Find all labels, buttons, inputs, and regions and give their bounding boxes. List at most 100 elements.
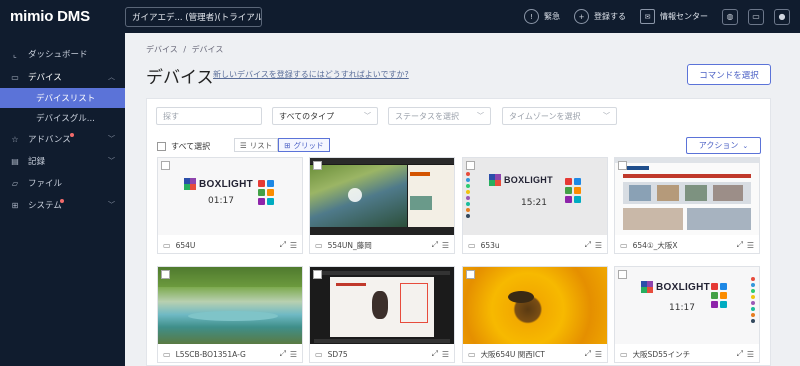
select-command-button[interactable]: コマンドを選択 bbox=[687, 64, 771, 85]
main-content: デバイス / デバイス デバイス 新しいデバイスを登録するにはどうすればよいです… bbox=[125, 33, 800, 366]
menu-icon[interactable]: ☰ bbox=[442, 241, 449, 250]
clock-text: 11:17 bbox=[669, 303, 695, 313]
menu-icon[interactable]: ☰ bbox=[290, 350, 297, 359]
list-view-label: リスト bbox=[249, 140, 273, 150]
sidebar-item-device-list[interactable]: デバイスリスト bbox=[0, 88, 125, 108]
search-placeholder: 探す bbox=[163, 111, 179, 121]
info-center-label: 情報センター bbox=[660, 12, 708, 21]
grid-icon: ⊞ bbox=[284, 140, 291, 150]
fullscreen-icon[interactable]: ⤢ bbox=[585, 349, 591, 359]
app-logo[interactable]: mimio DMS bbox=[10, 8, 123, 25]
device-name: 554UN_藤岡 bbox=[327, 240, 372, 250]
device-card[interactable]: BOXLIGHT 15:21 ▭ 653u ⤢ ☰ bbox=[462, 157, 608, 254]
fullscreen-icon[interactable]: ⤢ bbox=[737, 240, 743, 250]
list-view-button[interactable]: ☰ リスト bbox=[234, 138, 279, 152]
chevron-down-icon: ﹀ bbox=[108, 157, 115, 165]
device-screen-thumbnail: BOXLIGHT 15:21 bbox=[463, 158, 607, 235]
fullscreen-icon[interactable]: ⤢ bbox=[432, 349, 438, 359]
globe-icon[interactable]: ◍ bbox=[722, 8, 738, 25]
sidebar-item-dashboard[interactable]: ⌞ ダッシュボード bbox=[0, 43, 125, 65]
search-input[interactable]: 探す bbox=[156, 107, 262, 125]
help-link[interactable]: 新しいデバイスを登録するにはどうすればよいですか? bbox=[213, 69, 409, 80]
sidebar-item-devices[interactable]: ▭ デバイス ︿ bbox=[0, 66, 125, 88]
sidebar-item-advanced[interactable]: ☆ アドバンス ﹀ bbox=[0, 128, 125, 150]
device-card-footer: ▭ 653u ⤢ ☰ bbox=[463, 237, 607, 253]
device-card[interactable]: BOXLIGHT 01:17 ▭ 654U ⤢ ☰ bbox=[157, 157, 303, 254]
device-checkbox[interactable] bbox=[161, 161, 170, 170]
device-card[interactable]: ▭ 654①_大阪X ⤢ ☰ bbox=[614, 157, 760, 254]
fullscreen-icon[interactable]: ⤢ bbox=[737, 349, 743, 359]
device-checkbox[interactable] bbox=[466, 161, 475, 170]
tenant-selector[interactable]: ガイアエデ... (管理者)(トライアル) ▾ bbox=[125, 6, 262, 27]
menu-icon[interactable]: ☰ bbox=[747, 241, 754, 250]
side-toolbar bbox=[466, 172, 470, 218]
breadcrumb: デバイス / デバイス bbox=[146, 44, 223, 55]
device-card[interactable]: ▭ L5SCB-BO1351A-G ⤢ ☰ bbox=[157, 266, 303, 363]
type-select-value: すべてのタイプ bbox=[279, 111, 335, 121]
monitor-icon: ▭ bbox=[468, 349, 476, 359]
monitor-icon: ▭ bbox=[468, 240, 476, 250]
grid-view-button[interactable]: ⊞ グリッド bbox=[278, 138, 330, 152]
device-checkbox[interactable] bbox=[618, 270, 627, 279]
device-card[interactable]: ▭ 554UN_藤岡 ⤢ ☰ bbox=[309, 157, 455, 254]
chat-icon[interactable]: ▭ bbox=[748, 8, 764, 25]
breadcrumb-root[interactable]: デバイス bbox=[146, 45, 178, 54]
fullscreen-icon[interactable]: ⤢ bbox=[280, 240, 286, 250]
device-name: L5SCB-BO1351A-G bbox=[175, 349, 246, 359]
device-card[interactable]: ▭ 大阪654U 関西ICT ⤢ ☰ bbox=[462, 266, 608, 363]
monitor-icon: ▭ bbox=[315, 349, 323, 359]
status-placeholder: ステータスを選択 bbox=[395, 111, 459, 121]
mail-icon: ✉ bbox=[640, 9, 655, 24]
breadcrumb-separator: / bbox=[183, 45, 187, 54]
device-name: SD75 bbox=[327, 349, 348, 359]
status-select[interactable]: ステータスを選択 ﹀ bbox=[388, 107, 491, 125]
menu-icon[interactable]: ☰ bbox=[290, 241, 297, 250]
menu-icon[interactable]: ☰ bbox=[747, 350, 754, 359]
device-card-footer: ▭ SD75 ⤢ ☰ bbox=[310, 346, 454, 362]
register-button[interactable]: + 登録する bbox=[574, 9, 626, 24]
device-checkbox[interactable] bbox=[313, 161, 322, 170]
actions-button[interactable]: アクション ⌄ bbox=[686, 137, 761, 154]
device-card[interactable]: ▭ SD75 ⤢ ☰ bbox=[309, 266, 455, 363]
notification-dot bbox=[60, 199, 64, 203]
select-all[interactable]: すべて選択 bbox=[157, 141, 210, 152]
timezone-select[interactable]: タイムゾーンを選択 ﹀ bbox=[502, 107, 617, 125]
monitor-icon: ▭ bbox=[163, 240, 171, 250]
menu-icon[interactable]: ☰ bbox=[595, 350, 602, 359]
sidebar-item-records[interactable]: ▤ 記録 ﹀ bbox=[0, 150, 125, 172]
menu-icon[interactable]: ☰ bbox=[442, 350, 449, 359]
sidebar-item-files[interactable]: ▱ ファイル bbox=[0, 172, 125, 194]
fullscreen-icon[interactable]: ⤢ bbox=[432, 240, 438, 250]
folder-icon: ▱ bbox=[11, 178, 19, 188]
chevron-down-icon: ﹀ bbox=[477, 112, 484, 120]
user-icon[interactable]: ● bbox=[774, 8, 790, 25]
boxlight-logo: BOXLIGHT bbox=[641, 281, 710, 293]
sidebar-item-device-groups[interactable]: デバイスグル... bbox=[0, 108, 125, 128]
emergency-button[interactable]: ! 緊急 bbox=[524, 9, 560, 24]
tenant-label: ガイアエデ... (管理者)(トライアル) bbox=[132, 12, 262, 23]
select-all-checkbox[interactable] bbox=[157, 142, 166, 151]
type-select[interactable]: すべてのタイプ ﹀ bbox=[272, 107, 378, 125]
device-card-footer: ▭ 大阪SD55インチ ⤢ ☰ bbox=[615, 346, 759, 362]
device-card[interactable]: BOXLIGHT 11:17 ▭ 大阪SD55インチ ⤢ ☰ bbox=[614, 266, 760, 363]
notification-dot bbox=[70, 133, 74, 137]
chevron-down-icon: ﹀ bbox=[108, 201, 115, 209]
fullscreen-icon[interactable]: ⤢ bbox=[280, 349, 286, 359]
device-checkbox[interactable] bbox=[618, 161, 627, 170]
sidebar-item-label: 記録 bbox=[28, 157, 46, 167]
sidebar-item-label: デバイス bbox=[28, 73, 62, 83]
device-checkbox[interactable] bbox=[161, 270, 170, 279]
device-checkbox[interactable] bbox=[466, 270, 475, 279]
chevron-up-icon: ︿ bbox=[108, 73, 115, 81]
select-all-label: すべて選択 bbox=[171, 142, 211, 151]
chevron-down-icon: ﹀ bbox=[108, 135, 115, 143]
top-bar: mimio DMS ガイアエデ... (管理者)(トライアル) ▾ ! 緊急 +… bbox=[0, 0, 800, 33]
sidebar-item-system[interactable]: ⊞ システム ﹀ bbox=[0, 194, 125, 216]
device-checkbox[interactable] bbox=[313, 270, 322, 279]
menu-icon[interactable]: ☰ bbox=[595, 241, 602, 250]
device-name: 654U bbox=[175, 240, 196, 250]
side-toolbar bbox=[751, 277, 755, 323]
info-center-button[interactable]: ✉ 情報センター bbox=[640, 9, 708, 24]
fullscreen-icon[interactable]: ⤢ bbox=[585, 240, 591, 250]
device-screen-thumbnail bbox=[158, 267, 302, 344]
